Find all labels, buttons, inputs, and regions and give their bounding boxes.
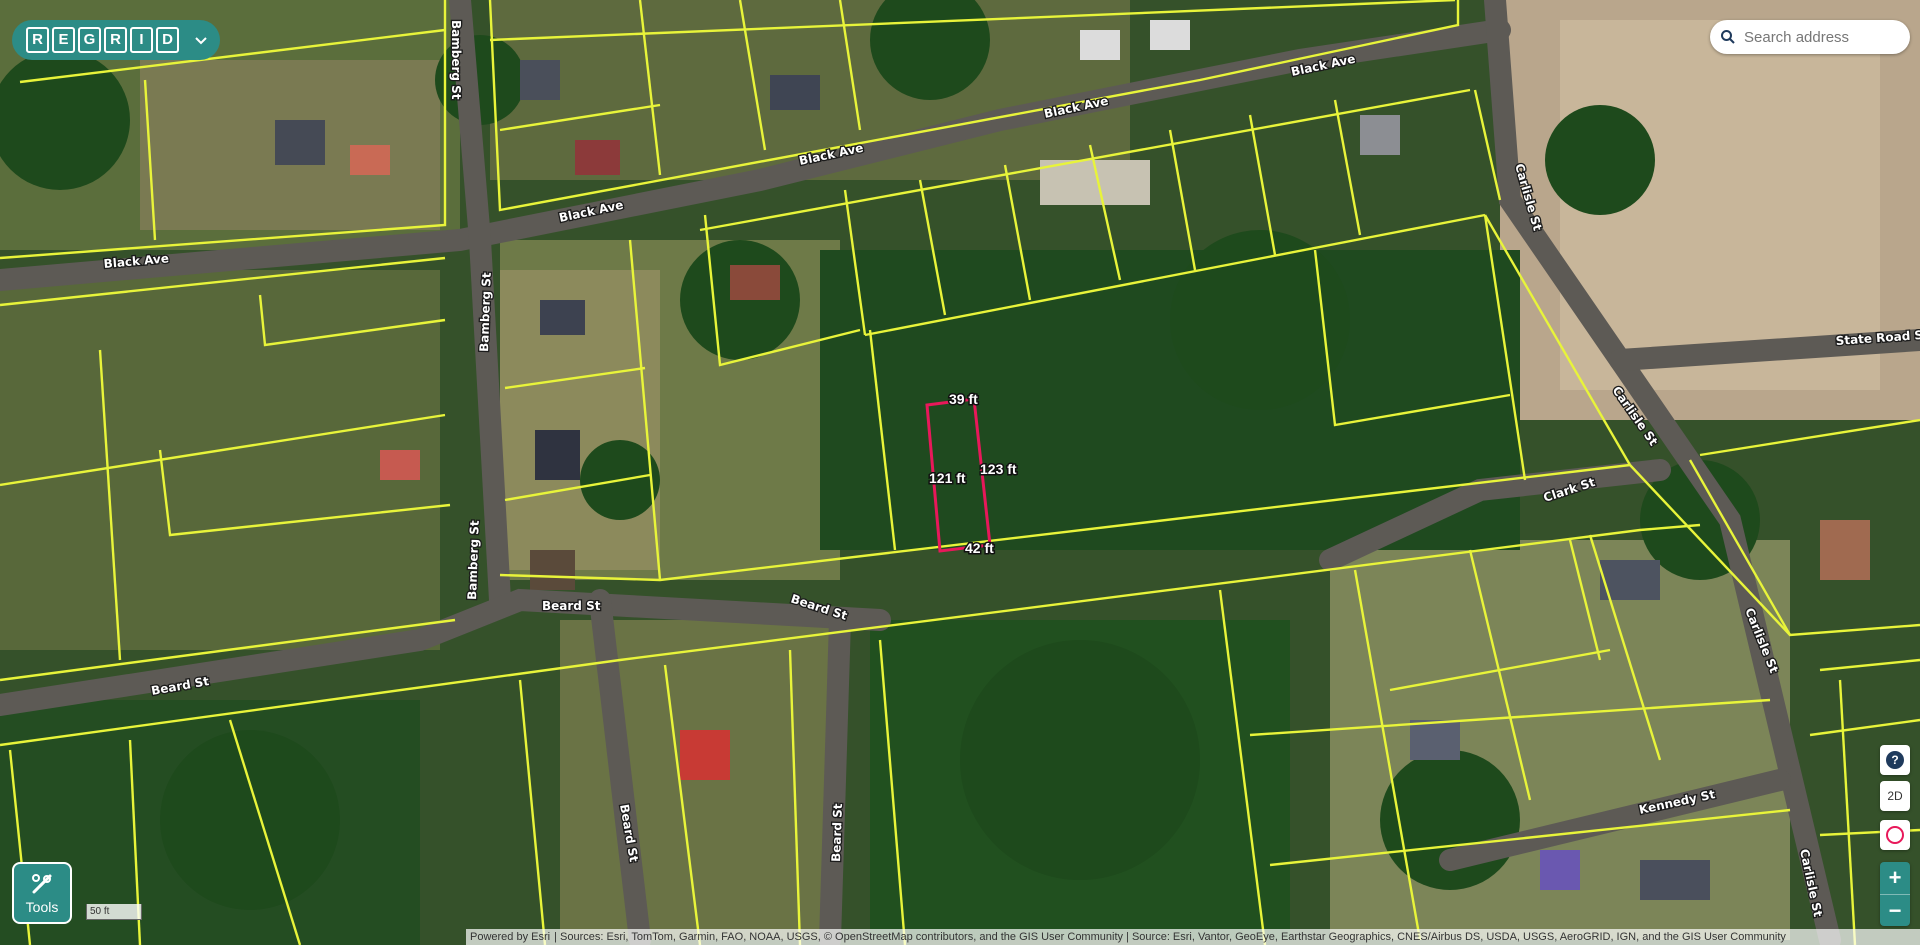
tools-icon xyxy=(32,874,52,894)
brand-letter: I xyxy=(130,27,153,53)
dimension-label-right: 123 ft xyxy=(980,461,1017,477)
map-canvas[interactable]: 39 ft 121 ft 123 ft 42 ft Black Ave Blac… xyxy=(0,0,1920,945)
brand-letter: D xyxy=(156,27,179,53)
street-label-bamberg-st: Bamberg St xyxy=(449,20,463,100)
brand-letter: R xyxy=(26,27,49,53)
chevron-down-icon xyxy=(195,37,207,45)
search-icon xyxy=(1721,30,1735,44)
attribution-sources: Sources: Esri, TomTom, Garmin, FAO, NOAA… xyxy=(560,931,1786,943)
zoom-in-button[interactable]: + xyxy=(1880,862,1910,895)
street-label-bamberg-st: Bamberg St xyxy=(465,520,482,600)
map-attribution: Powered by Esri | Sources: Esri, TomTom, … xyxy=(466,929,1920,945)
help-button[interactable]: ? xyxy=(1880,745,1910,775)
tools-button[interactable]: Tools xyxy=(12,862,72,924)
brand-logo: R E G R I D xyxy=(26,27,179,53)
powered-by-link[interactable]: Powered by Esri xyxy=(466,931,554,943)
street-label-beard-st: Beard St xyxy=(829,803,845,862)
scale-bar: 50 ft xyxy=(86,904,142,920)
regrid-logo-menu[interactable]: R E G R I D xyxy=(12,20,220,60)
search-input[interactable] xyxy=(1742,27,1906,47)
dimension-label-top: 39 ft xyxy=(949,391,978,407)
search-bar[interactable] xyxy=(1710,20,1910,54)
street-label-beard-st: Beard St xyxy=(542,599,601,613)
tools-label: Tools xyxy=(25,899,59,915)
street-label-bamberg-st: Bamberg St xyxy=(477,272,494,352)
view-mode-toggle[interactable]: 2D xyxy=(1880,781,1910,811)
dimension-label-bottom: 42 ft xyxy=(965,540,994,556)
compass-icon xyxy=(1886,826,1904,844)
compass-button[interactable] xyxy=(1880,820,1910,850)
brand-letter: G xyxy=(78,27,101,53)
brand-letter: E xyxy=(52,27,75,53)
help-icon: ? xyxy=(1886,751,1904,769)
dimension-label-left: 121 ft xyxy=(929,470,966,486)
zoom-controls: + − xyxy=(1880,862,1910,926)
zoom-out-button[interactable]: − xyxy=(1880,895,1910,926)
brand-letter: R xyxy=(104,27,127,53)
